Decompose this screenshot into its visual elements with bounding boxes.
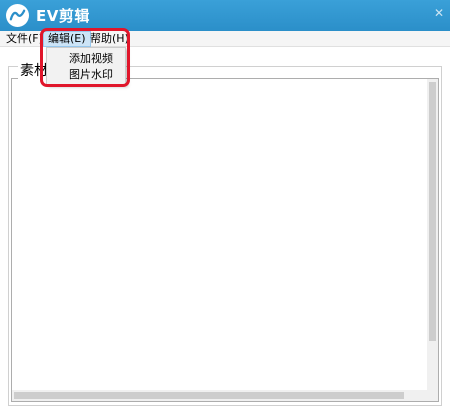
menu-help[interactable]: 帮助(H) bbox=[86, 31, 133, 47]
horizontal-scrollbar[interactable] bbox=[12, 390, 428, 401]
vertical-scrollbar[interactable] bbox=[427, 79, 438, 390]
menu-bar: 文件(F) 编辑(E) 帮助(H) bbox=[0, 31, 450, 47]
scroll-corner bbox=[427, 390, 438, 401]
menu-item-image-watermark[interactable]: 图片水印 bbox=[69, 68, 113, 82]
ev-logo-icon bbox=[6, 4, 29, 27]
menu-item-add-video[interactable]: 添加视频 bbox=[69, 52, 113, 66]
horizontal-scroll-thumb[interactable] bbox=[14, 392, 404, 399]
menu-file[interactable]: 文件(F) bbox=[2, 31, 47, 47]
edit-dropdown-menu: 添加视频 图片水印 bbox=[46, 47, 126, 85]
title-bar: EV剪辑 ✕ bbox=[0, 0, 450, 31]
materials-list[interactable] bbox=[11, 78, 439, 402]
vertical-scroll-thumb[interactable] bbox=[429, 82, 436, 341]
close-icon[interactable]: ✕ bbox=[434, 6, 444, 20]
menu-edit[interactable]: 编辑(E) bbox=[43, 31, 91, 47]
window-title: EV剪辑 bbox=[36, 7, 90, 25]
